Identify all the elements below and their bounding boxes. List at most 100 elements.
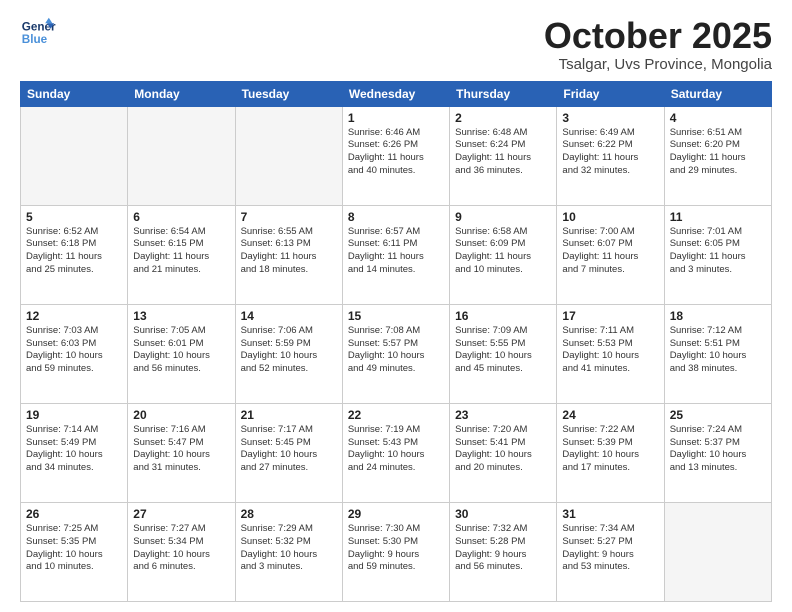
table-row: 12Sunrise: 7:03 AM Sunset: 6:03 PM Dayli… <box>21 304 128 403</box>
table-row: 26 Sunrise: 7:25 AM Sunset: 5:35 PM Dayli… <box>21 502 128 601</box>
cell-info: Sunrise: 7:12 AM Sunset: 5:51 PM Dayligh… <box>670 325 766 376</box>
header-wednesday: Wednesday <box>342 81 449 106</box>
table-row: 30 Sunrise: 7:32 AM Sunset: 5:28 PM Dayli… <box>450 502 557 601</box>
day-number: 8 <box>348 210 444 224</box>
day-number: 5 <box>26 210 122 224</box>
cell-info: Sunrise: 6:52 AM Sunset: 6:18 PM Dayligh… <box>26 226 122 277</box>
day-number: 28 <box>241 507 337 521</box>
day-number: 22 <box>348 408 444 422</box>
day-number: 7 <box>241 210 337 224</box>
table-row: 17Sunrise: 7:11 AM Sunset: 5:53 PM Dayli… <box>557 304 664 403</box>
calendar-week-row: 12Sunrise: 7:03 AM Sunset: 6:03 PM Dayli… <box>21 304 772 403</box>
table-row: 15Sunrise: 7:08 AM Sunset: 5:57 PM Dayli… <box>342 304 449 403</box>
day-number: 4 <box>670 111 766 125</box>
table-row: 27Sunrise: 7:27 AM Sunset: 5:34 PM Dayli… <box>128 502 235 601</box>
day-number: 30 <box>455 507 551 521</box>
day-number: 10 <box>562 210 658 224</box>
day-number: 29 <box>348 507 444 521</box>
title-block: October 2025 Tsalgar, Uvs Province, Mong… <box>544 16 772 73</box>
calendar-week-row: 1 Sunrise: 6:46 AM Sunset: 6:26 PM Daylig… <box>21 106 772 205</box>
table-row: 9 Sunrise: 6:58 AM Sunset: 6:09 PM Daylig… <box>450 205 557 304</box>
day-number: 14 <box>241 309 337 323</box>
table-row: 24 Sunrise: 7:22 AM Sunset: 5:39 PM Dayli… <box>557 403 664 502</box>
cell-info: Sunrise: 6:51 AM Sunset: 6:20 PM Dayligh… <box>670 127 766 178</box>
cell-info: Sunrise: 7:20 AM Sunset: 5:41 PM Dayligh… <box>455 424 551 475</box>
day-number: 3 <box>562 111 658 125</box>
calendar-week-row: 19Sunrise: 7:14 AM Sunset: 5:49 PM Dayli… <box>21 403 772 502</box>
day-number: 24 <box>562 408 658 422</box>
cell-info: Sunrise: 7:19 AM Sunset: 5:43 PM Dayligh… <box>348 424 444 475</box>
cell-info: Sunrise: 7:03 AM Sunset: 6:03 PM Dayligh… <box>26 325 122 376</box>
header-sunday: Sunday <box>21 81 128 106</box>
day-number: 27 <box>133 507 229 521</box>
table-row: 4 Sunrise: 6:51 AM Sunset: 6:20 PM Daylig… <box>664 106 771 205</box>
day-number: 23 <box>455 408 551 422</box>
table-row: 3Sunrise: 6:49 AM Sunset: 6:22 PM Daylig… <box>557 106 664 205</box>
table-row: 20Sunrise: 7:16 AM Sunset: 5:47 PM Dayli… <box>128 403 235 502</box>
logo-icon: General Blue <box>20 16 56 52</box>
cell-info: Sunrise: 7:25 AM Sunset: 5:35 PM Dayligh… <box>26 523 122 574</box>
cell-info: Sunrise: 6:48 AM Sunset: 6:24 PM Dayligh… <box>455 127 551 178</box>
table-row <box>21 106 128 205</box>
calendar-week-row: 26 Sunrise: 7:25 AM Sunset: 5:35 PM Dayli… <box>21 502 772 601</box>
cell-info: Sunrise: 6:58 AM Sunset: 6:09 PM Dayligh… <box>455 226 551 277</box>
cell-info: Sunrise: 6:46 AM Sunset: 6:26 PM Dayligh… <box>348 127 444 178</box>
cell-info: Sunrise: 6:54 AM Sunset: 6:15 PM Dayligh… <box>133 226 229 277</box>
location: Tsalgar, Uvs Province, Mongolia <box>544 56 772 73</box>
page: General Blue October 2025 Tsalgar, Uvs P… <box>0 0 792 612</box>
cell-info: Sunrise: 7:29 AM Sunset: 5:32 PM Dayligh… <box>241 523 337 574</box>
month-title: October 2025 <box>544 16 772 56</box>
day-number: 6 <box>133 210 229 224</box>
cell-info: Sunrise: 7:32 AM Sunset: 5:28 PM Dayligh… <box>455 523 551 574</box>
svg-text:Blue: Blue <box>22 33 48 46</box>
table-row <box>235 106 342 205</box>
day-number: 31 <box>562 507 658 521</box>
table-row: 10 Sunrise: 7:00 AM Sunset: 6:07 PM Dayli… <box>557 205 664 304</box>
day-number: 20 <box>133 408 229 422</box>
cell-info: Sunrise: 6:55 AM Sunset: 6:13 PM Dayligh… <box>241 226 337 277</box>
day-number: 2 <box>455 111 551 125</box>
day-number: 17 <box>562 309 658 323</box>
header-monday: Monday <box>128 81 235 106</box>
day-number: 11 <box>670 210 766 224</box>
logo: General Blue <box>20 16 56 52</box>
header-saturday: Saturday <box>664 81 771 106</box>
header-friday: Friday <box>557 81 664 106</box>
table-row: 6 Sunrise: 6:54 AM Sunset: 6:15 PM Daylig… <box>128 205 235 304</box>
day-number: 13 <box>133 309 229 323</box>
table-row: 25 Sunrise: 7:24 AM Sunset: 5:37 PM Dayli… <box>664 403 771 502</box>
day-number: 15 <box>348 309 444 323</box>
table-row: 14Sunrise: 7:06 AM Sunset: 5:59 PM Dayli… <box>235 304 342 403</box>
header-thursday: Thursday <box>450 81 557 106</box>
day-number: 1 <box>348 111 444 125</box>
day-number: 25 <box>670 408 766 422</box>
cell-info: Sunrise: 7:34 AM Sunset: 5:27 PM Dayligh… <box>562 523 658 574</box>
header: General Blue October 2025 Tsalgar, Uvs P… <box>20 16 772 73</box>
table-row: 16Sunrise: 7:09 AM Sunset: 5:55 PM Dayli… <box>450 304 557 403</box>
cell-info: Sunrise: 7:17 AM Sunset: 5:45 PM Dayligh… <box>241 424 337 475</box>
table-row: 29Sunrise: 7:30 AM Sunset: 5:30 PM Dayli… <box>342 502 449 601</box>
table-row: 5 Sunrise: 6:52 AM Sunset: 6:18 PM Daylig… <box>21 205 128 304</box>
day-number: 16 <box>455 309 551 323</box>
day-number: 21 <box>241 408 337 422</box>
cell-info: Sunrise: 7:01 AM Sunset: 6:05 PM Dayligh… <box>670 226 766 277</box>
table-row: 21 Sunrise: 7:17 AM Sunset: 5:45 PM Dayli… <box>235 403 342 502</box>
table-row: 1 Sunrise: 6:46 AM Sunset: 6:26 PM Daylig… <box>342 106 449 205</box>
calendar-table: Sunday Monday Tuesday Wednesday Thursday… <box>20 81 772 602</box>
cell-info: Sunrise: 7:00 AM Sunset: 6:07 PM Dayligh… <box>562 226 658 277</box>
table-row: 19Sunrise: 7:14 AM Sunset: 5:49 PM Dayli… <box>21 403 128 502</box>
cell-info: Sunrise: 6:57 AM Sunset: 6:11 PM Dayligh… <box>348 226 444 277</box>
table-row: 13Sunrise: 7:05 AM Sunset: 6:01 PM Dayli… <box>128 304 235 403</box>
table-row: 23 Sunrise: 7:20 AM Sunset: 5:41 PM Dayli… <box>450 403 557 502</box>
day-number: 9 <box>455 210 551 224</box>
day-number: 26 <box>26 507 122 521</box>
header-tuesday: Tuesday <box>235 81 342 106</box>
cell-info: Sunrise: 7:24 AM Sunset: 5:37 PM Dayligh… <box>670 424 766 475</box>
table-row: 7 Sunrise: 6:55 AM Sunset: 6:13 PM Daylig… <box>235 205 342 304</box>
cell-info: Sunrise: 7:22 AM Sunset: 5:39 PM Dayligh… <box>562 424 658 475</box>
calendar-week-row: 5 Sunrise: 6:52 AM Sunset: 6:18 PM Daylig… <box>21 205 772 304</box>
table-row: 18Sunrise: 7:12 AM Sunset: 5:51 PM Dayli… <box>664 304 771 403</box>
calendar-header-row: Sunday Monday Tuesday Wednesday Thursday… <box>21 81 772 106</box>
table-row <box>664 502 771 601</box>
table-row: 11 Sunrise: 7:01 AM Sunset: 6:05 PM Dayli… <box>664 205 771 304</box>
